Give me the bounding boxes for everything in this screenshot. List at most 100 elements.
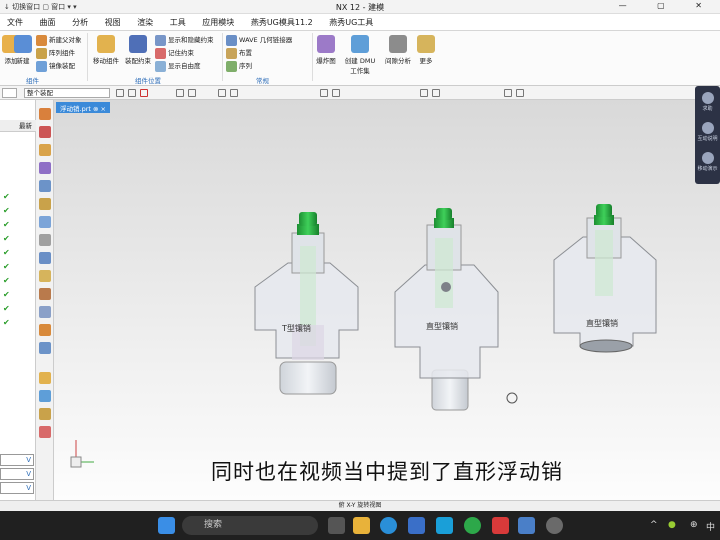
hd3d-icon[interactable] — [39, 180, 51, 192]
mirror-assembly-button[interactable]: 镜像装配 — [36, 60, 75, 72]
palette-icon[interactable] — [39, 324, 51, 336]
menu-yanxiu-tools[interactable]: 燕秀UG工具 — [322, 14, 380, 31]
create-dmu-button[interactable]: 创建 DMU 工作集 — [342, 35, 378, 75]
zoom-icon[interactable] — [188, 89, 196, 97]
wps-icon[interactable] — [492, 517, 509, 534]
edit-icon[interactable] — [516, 89, 524, 97]
new-parent-icon — [36, 34, 47, 46]
menu-render[interactable]: 渲染 — [130, 14, 160, 31]
input-language[interactable]: 中 — [706, 520, 715, 533]
system-material-icon[interactable] — [39, 234, 51, 246]
navigator-panel: 最新 ✔ ✔ ✔ ✔ ✔ ✔ ✔ ✔ ✔ ✔ V V V — [0, 100, 36, 500]
assembly-constraint-button[interactable]: 装配约束 — [123, 35, 153, 65]
manufacturing-wizard-icon[interactable] — [39, 270, 51, 282]
checked-icon[interactable]: ✔ — [3, 304, 10, 313]
checked-icon[interactable]: ✔ — [3, 248, 10, 257]
store-icon[interactable] — [408, 517, 425, 534]
remember-constraint-button[interactable]: 记住约束 — [155, 47, 194, 59]
wave-icon — [226, 34, 237, 46]
t-type-floating-pin[interactable] — [254, 212, 359, 395]
chrome-icon[interactable] — [464, 517, 481, 534]
ribbon-divider — [222, 33, 223, 81]
display-icon[interactable] — [432, 89, 440, 97]
array-component-button[interactable]: 阵列组件 — [36, 47, 75, 59]
app-icon[interactable] — [436, 517, 453, 534]
select-icon[interactable] — [128, 89, 136, 97]
arrangement-button[interactable]: 布置 — [226, 47, 252, 59]
drawing-icon[interactable] — [39, 390, 51, 402]
straight-floating-pin-2[interactable] — [553, 204, 657, 353]
checked-icon[interactable]: ✔ — [3, 206, 10, 215]
assembly-navigator-icon[interactable] — [39, 108, 51, 120]
show-dof-button[interactable]: 显示自由度 — [155, 60, 201, 72]
straight-floating-pin-1[interactable] — [394, 208, 499, 411]
tray-chevron-icon[interactable]: ^ — [650, 520, 658, 530]
exploded-view-button[interactable]: 爆炸图 — [314, 35, 338, 65]
render-icon[interactable] — [230, 89, 238, 97]
part-navigator-icon[interactable] — [39, 144, 51, 156]
recorder-icon[interactable] — [546, 517, 563, 534]
checked-icon[interactable]: ✔ — [3, 192, 10, 201]
dependency-dropdown[interactable]: V — [0, 482, 34, 494]
menu-tools[interactable]: 工具 — [163, 14, 193, 31]
mold-icon[interactable] — [39, 372, 51, 384]
web-browser-icon[interactable] — [39, 198, 51, 210]
menu-yanxiu-mold[interactable]: 燕秀UG模具11.2 — [244, 14, 320, 31]
wave-linker-button[interactable]: WAVE 几何链接器 — [226, 34, 292, 46]
checked-icon[interactable]: ✔ — [3, 276, 10, 285]
tray-wechat-icon[interactable]: ● — [668, 520, 676, 530]
type-filter-dropdown[interactable] — [2, 88, 17, 98]
group-label-general: 常规 — [256, 77, 269, 85]
new-parent-button[interactable]: 新建父对象 — [36, 34, 82, 46]
preview-dropdown[interactable]: V — [0, 468, 34, 480]
checked-icon[interactable]: ✔ — [3, 220, 10, 229]
nx-icon[interactable] — [518, 517, 535, 534]
show-hide-constraint-button[interactable]: 显示和隐藏约束 — [155, 34, 214, 46]
filter-icon[interactable] — [140, 89, 148, 97]
menu-application[interactable]: 应用模块 — [195, 14, 241, 31]
selection-scope-dropdown[interactable]: 整个装配 — [24, 88, 110, 98]
sequence-button[interactable]: 序列 — [226, 60, 252, 72]
help-button[interactable]: 求助 — [695, 92, 720, 112]
tools-icon[interactable] — [39, 342, 51, 354]
shade-icon[interactable] — [218, 89, 226, 97]
menu-file[interactable]: 文件 — [0, 14, 30, 31]
reuse-library-icon[interactable] — [39, 162, 51, 174]
checked-icon[interactable]: ✔ — [3, 318, 10, 327]
network-icon[interactable]: ⊕ — [690, 520, 698, 530]
checked-icon[interactable]: ✔ — [3, 262, 10, 271]
window-controls[interactable]: — ▢ ✕ — [619, 1, 716, 10]
point-icon[interactable] — [320, 89, 328, 97]
detail-dropdown[interactable]: V — [0, 454, 34, 466]
menu-analysis[interactable]: 分析 — [65, 14, 95, 31]
task-view-icon[interactable] — [328, 517, 345, 534]
checked-icon[interactable]: ✔ — [3, 290, 10, 299]
layer-icon[interactable] — [504, 89, 512, 97]
new-button[interactable]: 新建 — [14, 35, 32, 65]
checked-icon[interactable]: ✔ — [3, 234, 10, 243]
system-scene-icon[interactable] — [39, 306, 51, 318]
constraint-navigator-icon[interactable] — [39, 126, 51, 138]
menu-surface[interactable]: 曲面 — [33, 14, 63, 31]
standard-part-icon[interactable] — [39, 408, 51, 420]
roles-icon[interactable] — [39, 288, 51, 300]
menu-view[interactable]: 视图 — [98, 14, 128, 31]
demo-button[interactable]: 移动演示 — [695, 152, 720, 172]
history-icon[interactable] — [39, 216, 51, 228]
taskbar-search[interactable]: 搜索 — [182, 516, 318, 535]
interactive-help-button[interactable]: 互动说明 — [695, 122, 720, 142]
move-component-button[interactable]: 移动组件 — [91, 35, 121, 65]
start-icon[interactable] — [158, 517, 175, 534]
circle-icon[interactable] — [332, 89, 340, 97]
orient-icon[interactable] — [420, 89, 428, 97]
file-explorer-icon[interactable] — [353, 517, 370, 534]
hp-icon — [701, 152, 714, 164]
graphics-viewport[interactable]: 浮动销.prt ⊗ × T型镶销 直型镶销 直型镶销 — [54, 100, 720, 500]
clearance-analysis-button[interactable]: 间隙分析 — [382, 35, 414, 65]
edge-icon[interactable] — [380, 517, 397, 534]
cooling-icon[interactable] — [39, 426, 51, 438]
more-button[interactable]: 更多 — [416, 35, 436, 65]
snap-icon[interactable] — [116, 89, 124, 97]
view-icon[interactable] — [176, 89, 184, 97]
process-studio-icon[interactable] — [39, 252, 51, 264]
